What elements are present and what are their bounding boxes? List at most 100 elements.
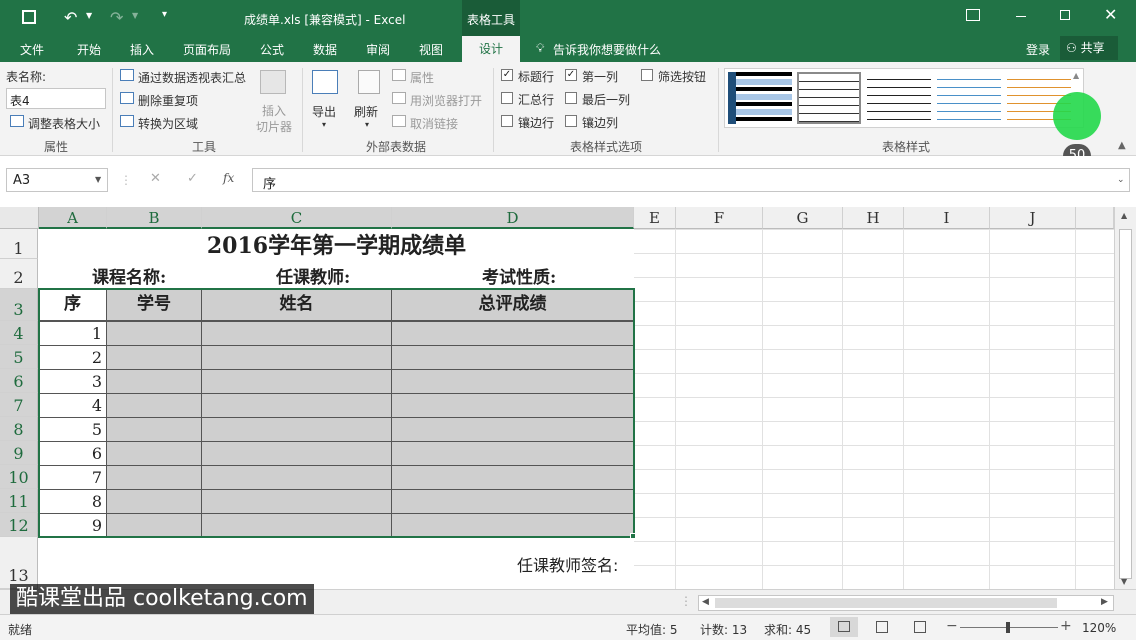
- tell-me-box[interactable]: 告诉我你想要做什么: [553, 41, 661, 58]
- horizontal-scrollbar[interactable]: ◀ ▶: [698, 595, 1114, 611]
- zoom-out-icon[interactable]: −: [946, 618, 958, 634]
- column-header-f[interactable]: F: [676, 207, 763, 229]
- row-header-13[interactable]: 13: [0, 537, 38, 589]
- tab-formulas[interactable]: 公式: [260, 41, 284, 58]
- column-header-g[interactable]: G: [763, 207, 843, 229]
- tab-home[interactable]: 开始: [77, 41, 101, 58]
- zoom-slider-thumb[interactable]: [1006, 622, 1010, 633]
- zoom-level[interactable]: 120%: [1082, 621, 1116, 635]
- row-header-7[interactable]: 7: [0, 393, 38, 417]
- tab-design[interactable]: 设计: [462, 36, 520, 62]
- close-icon[interactable]: ✕: [1104, 5, 1117, 24]
- first-column-checkbox[interactable]: ✓: [565, 69, 577, 81]
- redo-icon[interactable]: ↷: [110, 8, 123, 27]
- normal-view-button[interactable]: [830, 617, 858, 637]
- column-header-k[interactable]: [1076, 207, 1114, 229]
- formula-input[interactable]: 序 ⌄: [252, 168, 1130, 192]
- gallery-expand-highlight[interactable]: [1053, 92, 1101, 140]
- banded-rows-checkbox[interactable]: [501, 115, 513, 127]
- scroll-down-icon[interactable]: ▼: [1121, 577, 1127, 586]
- scroll-up-icon[interactable]: ▲: [1121, 211, 1127, 220]
- teacher-label[interactable]: 任课教师:: [276, 263, 350, 288]
- scroll-left-icon[interactable]: ◀: [702, 597, 709, 607]
- table-style-plain[interactable]: [797, 72, 861, 124]
- column-header-a[interactable]: A: [39, 207, 107, 229]
- row-header-9[interactable]: 9: [0, 441, 38, 465]
- sheet-title[interactable]: 2016学年第一学期成绩单: [39, 231, 634, 261]
- header-row-checkbox[interactable]: ✓: [501, 69, 513, 81]
- row-header-11[interactable]: 11: [0, 489, 38, 513]
- horizontal-scroll-thumb[interactable]: [715, 598, 1057, 608]
- open-in-browser-button[interactable]: 用浏览器打开: [410, 92, 482, 109]
- export-button[interactable]: 导出 ▾: [308, 66, 344, 136]
- vertical-scroll-thumb[interactable]: [1119, 229, 1132, 579]
- last-column-checkbox[interactable]: [565, 92, 577, 104]
- select-all-corner[interactable]: [0, 207, 39, 229]
- login-link[interactable]: 登录: [1026, 41, 1050, 58]
- ribbon-display-icon[interactable]: [966, 9, 980, 21]
- unlink-button[interactable]: 取消链接: [410, 115, 458, 132]
- tab-review[interactable]: 审阅: [366, 41, 390, 58]
- row-header-8[interactable]: 8: [0, 417, 38, 441]
- undo-icon[interactable]: ↶: [64, 8, 77, 27]
- remove-duplicates-button[interactable]: 删除重复项: [138, 92, 198, 109]
- row-header-2[interactable]: 2: [0, 259, 38, 289]
- insert-function-icon[interactable]: fx: [223, 171, 234, 185]
- name-box[interactable]: A3 ▼: [6, 168, 108, 192]
- column-header-h[interactable]: H: [843, 207, 904, 229]
- column-header-d[interactable]: D: [392, 207, 634, 229]
- share-button[interactable]: ⚇ 共享: [1060, 36, 1118, 60]
- course-name-label[interactable]: 课程名称:: [92, 263, 166, 288]
- properties-button[interactable]: 属性: [410, 69, 434, 86]
- total-row-checkbox[interactable]: [501, 92, 513, 104]
- summarize-pivot-button[interactable]: 通过数据透视表汇总: [138, 69, 246, 86]
- insert-slicer-button[interactable]: 插入 切片器: [252, 66, 296, 136]
- row-header-1[interactable]: 1: [0, 229, 38, 259]
- undo-dropdown-icon[interactable]: ▼: [86, 11, 92, 20]
- row-header-5[interactable]: 5: [0, 345, 38, 369]
- tab-page-layout[interactable]: 页面布局: [183, 41, 231, 58]
- column-header-i[interactable]: I: [904, 207, 990, 229]
- tab-data[interactable]: 数据: [313, 41, 337, 58]
- column-header-e[interactable]: E: [634, 207, 676, 229]
- name-box-dropdown-icon[interactable]: ▼: [95, 175, 101, 184]
- row-header-4[interactable]: 4: [0, 321, 38, 345]
- table-name-input[interactable]: 表4: [6, 88, 106, 109]
- cancel-formula-icon[interactable]: ✕: [150, 171, 161, 186]
- vertical-scrollbar[interactable]: ▲ ▼: [1114, 207, 1136, 589]
- row-header-3[interactable]: 3: [0, 289, 38, 321]
- refresh-button[interactable]: 刷新 ▾: [352, 66, 388, 136]
- more-sheets-icon[interactable]: ⋮: [680, 594, 692, 608]
- column-header-j[interactable]: J: [990, 207, 1076, 229]
- row-header-6[interactable]: 6: [0, 369, 38, 393]
- minimize-icon[interactable]: [1016, 16, 1026, 17]
- collapse-ribbon-icon[interactable]: ▲: [1118, 140, 1126, 151]
- redo-dropdown-icon[interactable]: ▼: [132, 11, 138, 20]
- column-header-c[interactable]: C: [202, 207, 392, 229]
- customize-qat-icon[interactable]: ▾: [162, 9, 167, 20]
- tab-insert[interactable]: 插入: [130, 41, 154, 58]
- banded-columns-checkbox[interactable]: [565, 115, 577, 127]
- maximize-icon[interactable]: [1060, 10, 1070, 20]
- scroll-right-icon[interactable]: ▶: [1101, 597, 1108, 607]
- convert-range-button[interactable]: 转换为区域: [138, 115, 198, 132]
- row-header-10[interactable]: 10: [0, 465, 38, 489]
- page-break-view-icon[interactable]: [914, 621, 926, 633]
- row-header-12[interactable]: 12: [0, 513, 38, 537]
- tab-file[interactable]: 文件: [20, 41, 44, 58]
- gallery-scroll-up-icon[interactable]: ▲: [1073, 71, 1079, 80]
- tab-view[interactable]: 视图: [419, 41, 443, 58]
- enter-formula-icon[interactable]: ✓: [187, 171, 198, 186]
- page-layout-view-icon[interactable]: [876, 621, 888, 633]
- table-style-black-lines[interactable]: [867, 72, 931, 124]
- exam-type-label[interactable]: 考试性质:: [482, 263, 556, 288]
- filter-button-checkbox[interactable]: [641, 69, 653, 81]
- resize-table-button[interactable]: 调整表格大小: [28, 115, 100, 132]
- save-icon[interactable]: [22, 10, 36, 24]
- column-header-b[interactable]: B: [107, 207, 202, 229]
- signature-label[interactable]: 任课教师签名:: [517, 552, 618, 576]
- expand-formula-icon[interactable]: ⌄: [1117, 175, 1125, 185]
- zoom-in-icon[interactable]: +: [1060, 618, 1072, 634]
- table-style-dark-blue[interactable]: [728, 72, 792, 124]
- table-style-blue-lines[interactable]: [937, 72, 1001, 124]
